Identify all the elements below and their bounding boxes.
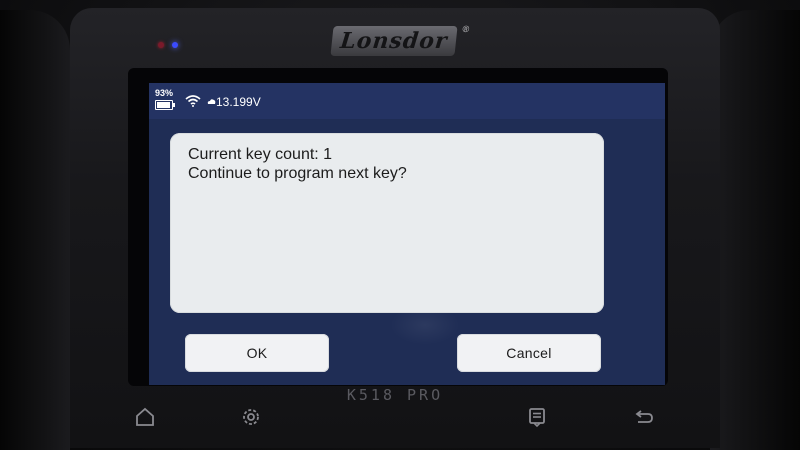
message-dialog: Current key count: 1 Continue to program… [170, 133, 604, 313]
rubber-grip-left [0, 10, 70, 450]
screen: 93% 13.199V Current key count: 1 Continu… [149, 83, 665, 385]
brand-name: Lonsdor [339, 28, 449, 54]
battery-percent: 93% [155, 88, 174, 98]
home-icon[interactable] [134, 406, 156, 428]
device-body: Lonsdor ® 93% 13.199V Current key count:… [0, 0, 800, 450]
ok-button[interactable]: OK [185, 334, 329, 372]
rubber-grip-right [710, 10, 800, 450]
voltage-readout: 13.199V [216, 95, 261, 109]
cancel-button[interactable]: Cancel [457, 334, 601, 372]
battery-icon [155, 100, 175, 110]
battery-fill [157, 102, 171, 108]
model-label: K518 PRO [346, 386, 444, 404]
settings-icon[interactable] [240, 406, 262, 428]
back-icon[interactable] [632, 406, 654, 428]
cloud-icon [207, 99, 216, 104]
menu-icon[interactable] [526, 406, 548, 428]
status-led-blue [172, 42, 178, 48]
wifi-icon [185, 95, 201, 107]
key-count-text: Current key count: 1 [188, 146, 333, 163]
power-led-red [158, 42, 164, 48]
registered-mark: ® [462, 24, 470, 34]
continue-prompt-text: Continue to program next key? [188, 165, 407, 182]
status-bar: 93% 13.199V [149, 83, 665, 119]
brand-logo: Lonsdor ® [330, 24, 470, 56]
